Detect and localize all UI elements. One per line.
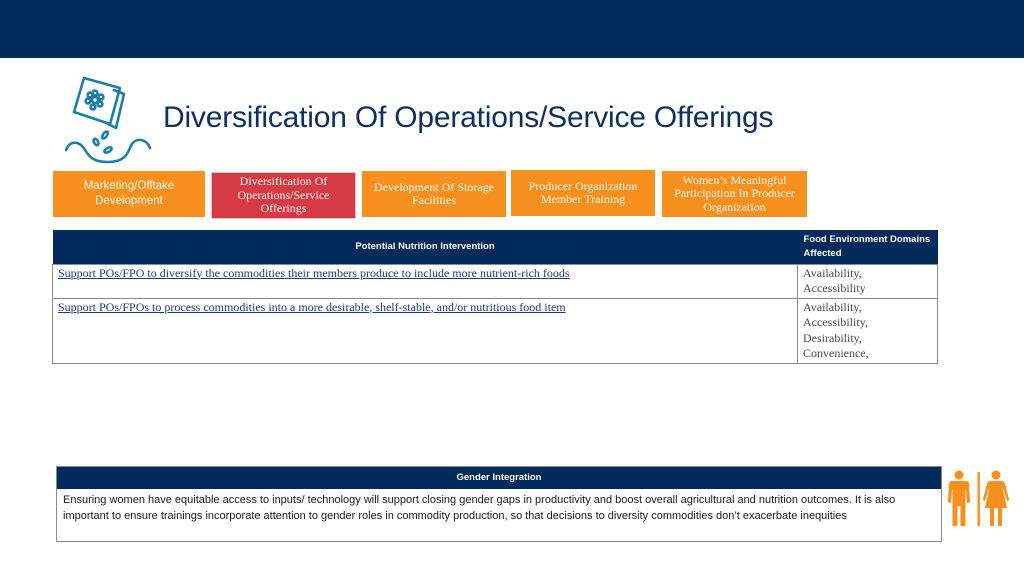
tab-storage-facilities[interactable]: Development Of Storage Facilities [362,171,506,217]
top-banner [0,0,1024,58]
table-row: Support POs/FPO to diversify the commodi… [52,263,938,299]
man-woman-icon [948,470,1009,526]
gender-integration-text: Ensuring women have equitable access to … [63,494,896,522]
domain-item: Accessibility [803,281,866,295]
gender-integration-box: Gender Integration Ensuring women have e… [56,466,942,542]
tab-label: Women’s Meaningful Participation In Prod… [674,172,795,214]
column-header-intervention: Potential Nutrition Intervention [52,230,798,264]
domain-item: Convenience, [803,346,869,360]
domains-cell: Availability, Accessibility [797,263,938,299]
page-title: Diversification Of Operations/Service Of… [163,101,774,134]
intervention-cell: Support POs/FPO to diversify the commodi… [52,263,798,299]
tab-label: Marketing/Offtake Development [83,180,175,207]
domain-item: Availability, [803,265,862,280]
tab-label: Diversification Of Operations/Service Of… [237,174,330,216]
table-row: Support POs/FPOs to process commodities … [52,297,938,364]
nutrition-intervention-table: Potential Nutrition Intervention Food En… [52,230,938,364]
table-header-row: Potential Nutrition Intervention Food En… [52,230,938,264]
column-header-domains: Food Environment Domains Affected [797,230,938,264]
intervention-cell: Support POs/FPOs to process commodities … [52,297,798,364]
gender-integration-heading: Gender Integration [57,467,941,489]
tab-label: Producer Organization Member Training [528,178,638,206]
domain-item: Desirability, [803,330,862,345]
tab-label: Development Of Storage Facilities [374,179,494,207]
tab-marketing-offtake[interactable]: Marketing/Offtake Development [53,171,205,217]
tab-womens-participation[interactable]: Women’s Meaningful Participation In Prod… [662,171,807,217]
tab-member-training[interactable]: Producer Organization Member Training [511,170,655,216]
tab-diversification-operations[interactable]: Diversification Of Operations/Service Of… [211,172,356,219]
seed-packet-planting-icon [64,76,152,164]
intervention-link[interactable]: Support POs/FPOs to process commodities … [58,300,566,314]
domains-cell: Availability, Accessibility, Desirabilit… [797,297,938,364]
domain-item: Availability, [803,299,862,314]
intervention-link[interactable]: Support POs/FPO to diversify the commodi… [58,266,570,280]
domain-item: Accessibility, [803,315,868,329]
